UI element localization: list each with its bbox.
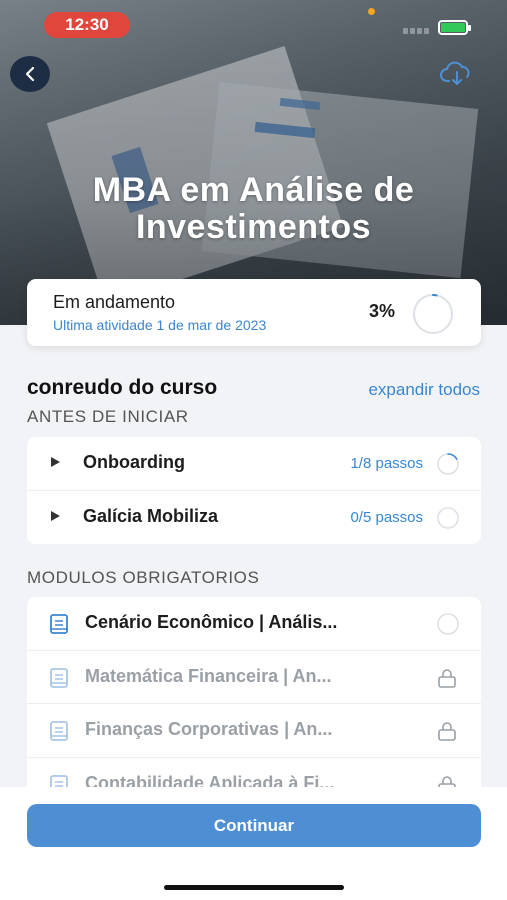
progress-circle-icon <box>437 506 459 529</box>
lock-icon <box>438 775 456 787</box>
module-label: Finanças Corporativas | An... <box>85 719 333 739</box>
module-label: Contabilidade Aplicada à Fi... <box>85 772 335 788</box>
course-title-line2: Investimentos <box>135 208 372 246</box>
battery-icon <box>438 20 471 35</box>
document-icon <box>50 614 68 634</box>
lock-icon <box>438 722 456 741</box>
module-item-matematica-financeira[interactable]: Matemática Financeira | An... <box>27 651 481 704</box>
steps-count: 0/5 passos <box>350 508 423 526</box>
signal-icon <box>403 28 429 34</box>
before-start-list: Onboarding 1/8 passos Galícia Mobiliza 0… <box>27 437 481 544</box>
before-start-label: ANTES DE INICIAR <box>27 407 189 426</box>
progress-card: Em andamento Ultima atividade 1 de mar d… <box>27 279 481 346</box>
progress-ring <box>413 294 453 334</box>
last-activity: Ultima atividade 1 de mar de 2023 <box>53 317 267 333</box>
module-item-cenario-economico[interactable]: Cenário Econômico | Anális... <box>27 597 481 651</box>
hero-overlay <box>0 0 507 325</box>
modules-label: MODULOS OBRIGATORIOS <box>27 568 260 587</box>
document-icon <box>50 721 68 741</box>
progress-percent: 3% <box>369 301 396 321</box>
module-label: Cenário Econômico | Anális... <box>85 612 338 632</box>
hero-banner <box>0 0 507 325</box>
list-item-onboarding[interactable]: Onboarding 1/8 passos <box>27 437 481 491</box>
expand-caret-icon <box>51 457 60 467</box>
back-button[interactable] <box>10 56 50 92</box>
home-indicator <box>164 885 344 890</box>
list-item-label: Galícia Mobiliza <box>83 505 219 526</box>
module-item-contabilidade-aplicada[interactable]: Contabilidade Aplicada à Fi... <box>27 758 481 788</box>
chevron-left-icon <box>25 66 35 82</box>
course-title: MBA em Análise de Investimentos <box>0 172 507 246</box>
document-icon <box>50 667 68 688</box>
steps-count: 1/8 passos <box>350 455 423 472</box>
expand-all-link[interactable]: expandir todos <box>368 380 480 400</box>
cloud-download-icon[interactable] <box>440 60 474 88</box>
list-item-label: Onboarding <box>83 452 185 472</box>
modules-list: Cenário Econômico | Anális... Matemática… <box>27 597 481 787</box>
list-item-galicia-mobiliza[interactable]: Galícia Mobiliza 0/5 passos <box>27 491 481 545</box>
section-title: conreudo do curso <box>27 376 218 399</box>
progress-circle-icon <box>437 453 459 475</box>
module-item-financas-corporativas[interactable]: Finanças Corporativas | An... <box>27 704 481 758</box>
document-icon <box>50 774 68 787</box>
lock-icon <box>438 668 456 688</box>
course-title-line1: MBA em Análise de <box>92 171 415 209</box>
module-label: Matemática Financeira | An... <box>85 665 332 686</box>
expand-caret-icon <box>51 510 60 521</box>
continue-button[interactable]: Continuar <box>27 804 481 847</box>
progress-status: Em andamento <box>53 292 176 312</box>
status-time: 12:30 <box>44 12 130 38</box>
progress-circle-icon <box>437 613 459 635</box>
privacy-indicator-dot <box>368 8 375 15</box>
